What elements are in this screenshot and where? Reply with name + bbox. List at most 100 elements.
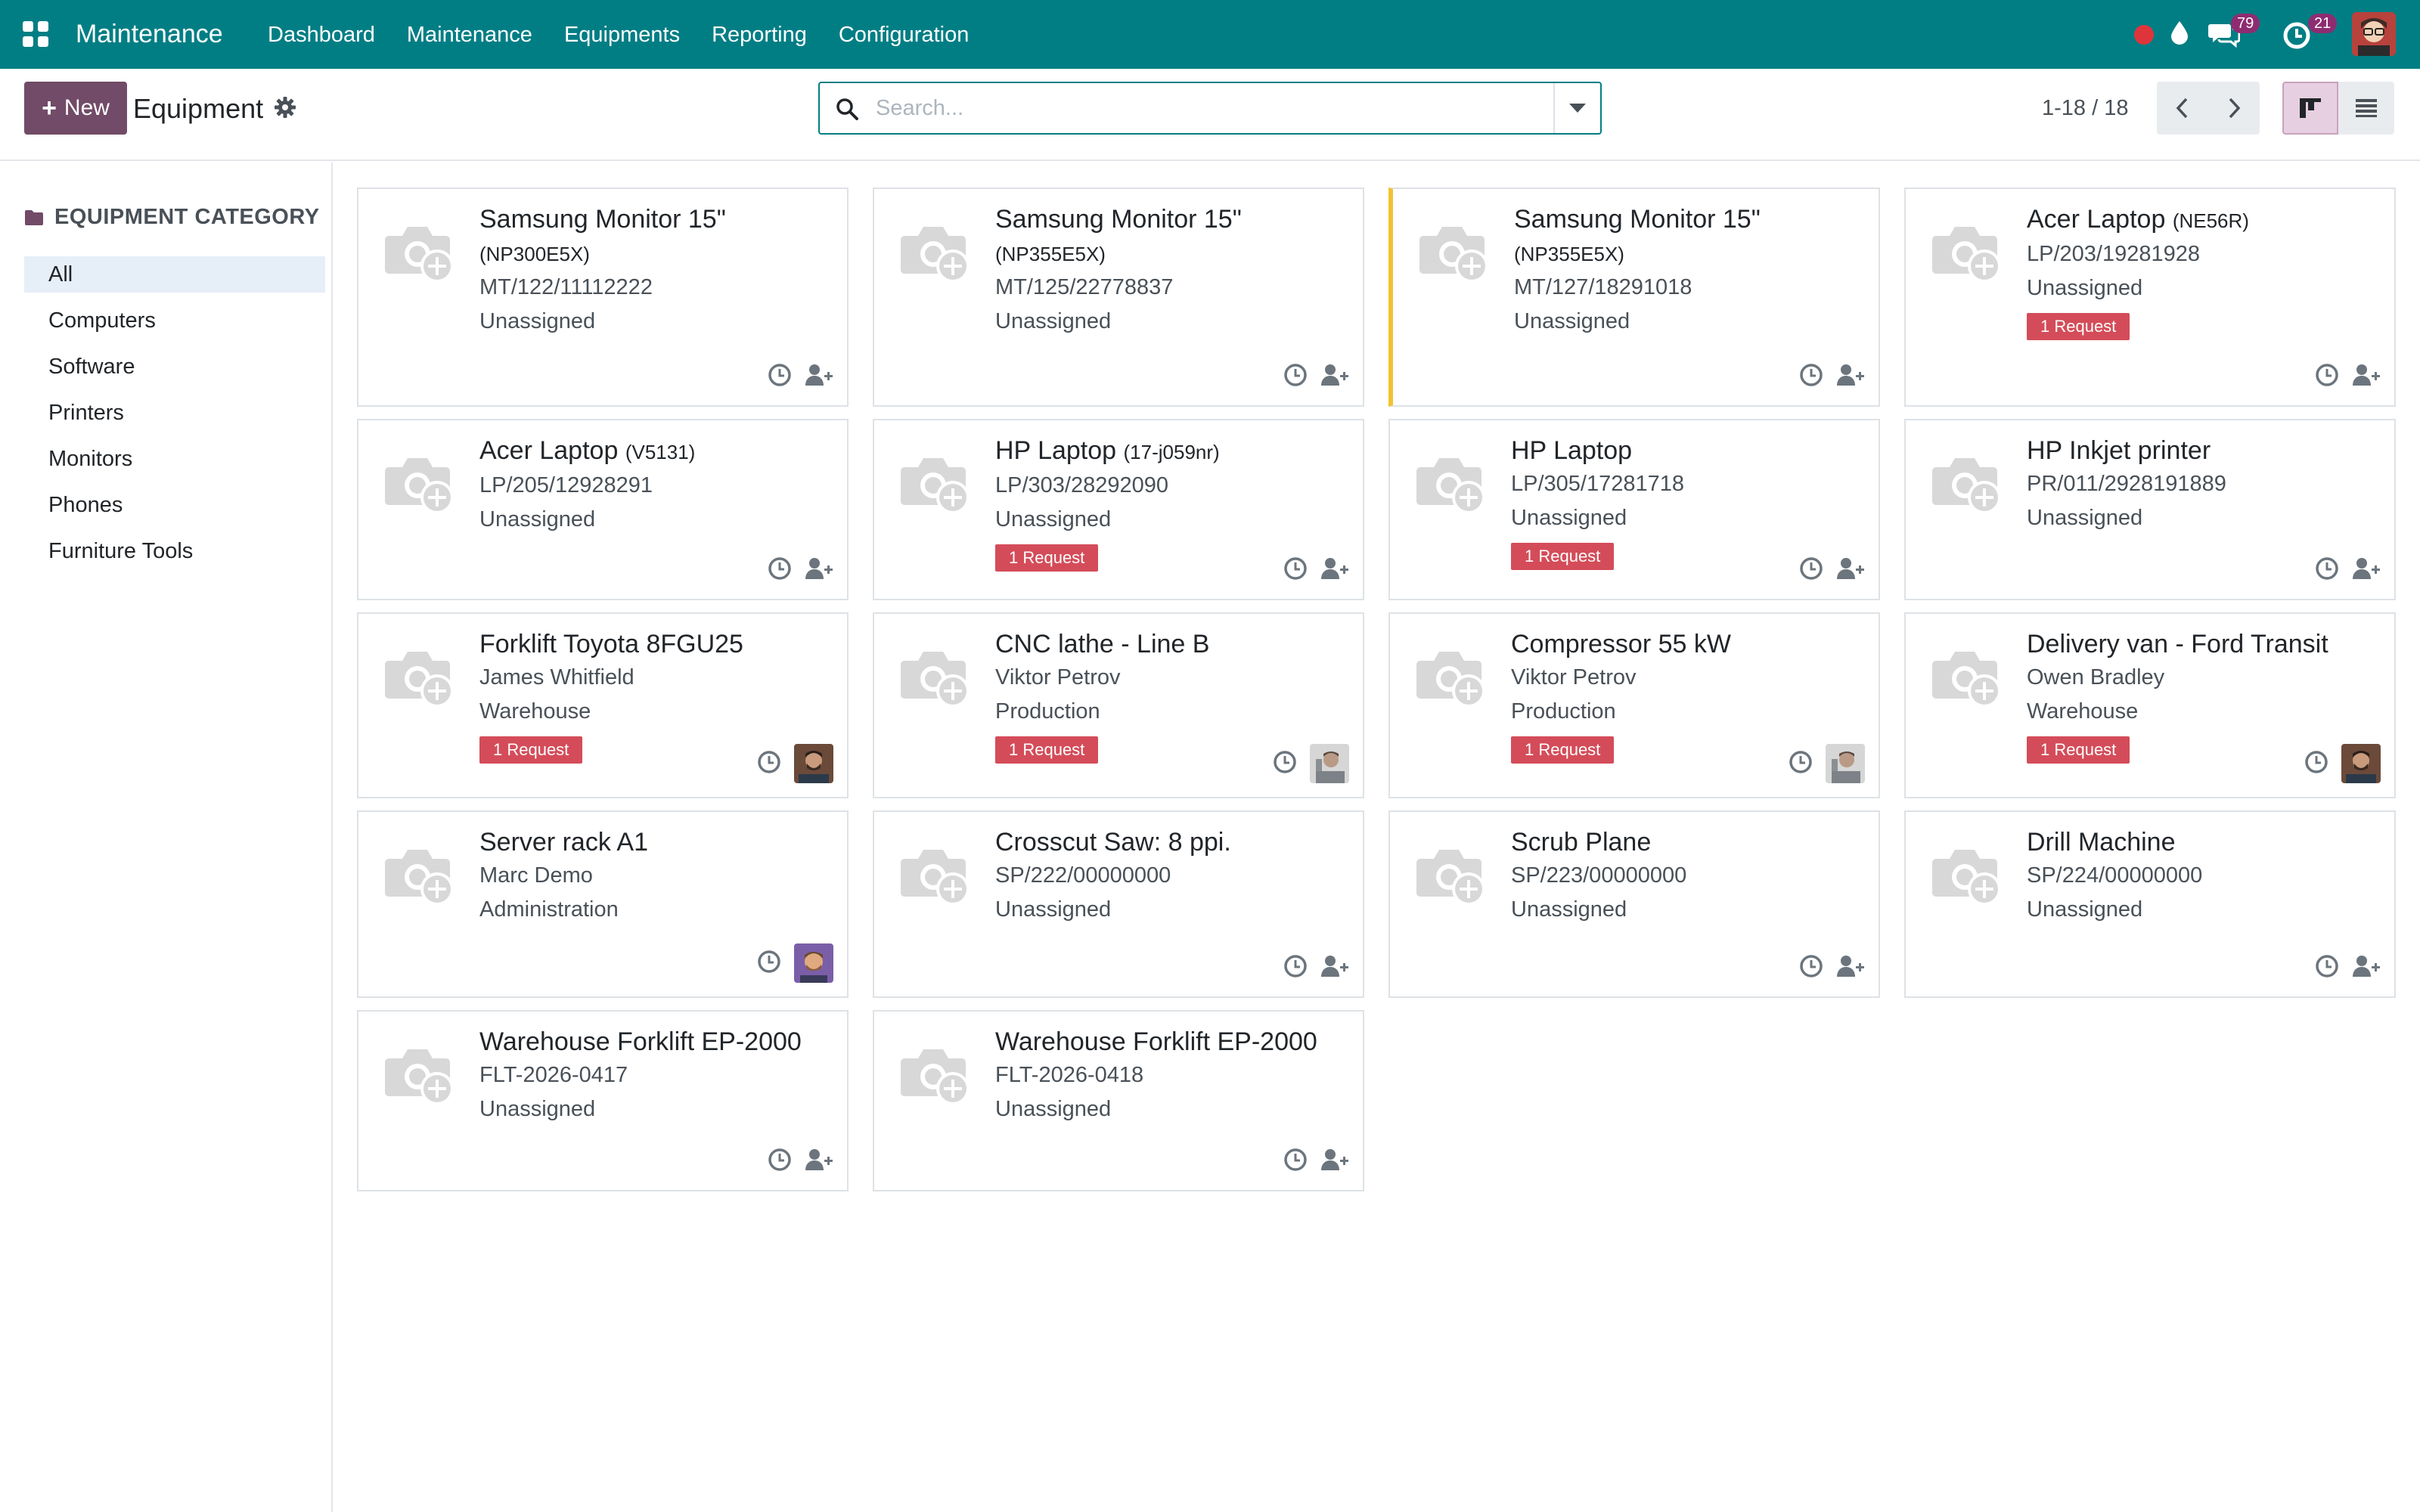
assign-user-icon[interactable] xyxy=(1320,556,1349,584)
assign-user-icon[interactable] xyxy=(805,556,833,584)
assignee-avatar[interactable] xyxy=(794,943,833,983)
equipment-card[interactable]: Acer Laptop (V5131) LP/205/12928291 Unassi… xyxy=(357,419,849,600)
assignee-avatar[interactable] xyxy=(794,744,833,783)
assign-user-icon[interactable] xyxy=(2352,363,2381,391)
activity-clock-icon[interactable] xyxy=(1798,953,1836,983)
category-item-monitors[interactable]: Monitors xyxy=(24,441,325,477)
equipment-card[interactable]: Samsung Monitor 15" (NP355E5X) MT/127/1829… xyxy=(1388,187,1880,407)
assign-user-icon[interactable] xyxy=(805,363,833,391)
page-title: Equipment xyxy=(133,93,264,124)
activity-clock-icon[interactable] xyxy=(2314,953,2352,983)
request-badge[interactable]: 1 Request xyxy=(995,736,1099,764)
activity-clock-icon[interactable] xyxy=(1798,362,1836,392)
activity-clock-icon[interactable] xyxy=(1788,749,1826,779)
activity-clock-icon[interactable] xyxy=(1798,556,1836,585)
menu-equipments[interactable]: Equipments xyxy=(564,20,680,50)
equipment-line-1: SP/224/00000000 xyxy=(2027,863,2203,888)
equipment-card[interactable]: Crosscut Saw: 8 ppi. SP/222/00000000 Unass… xyxy=(873,810,1364,998)
activity-clock-icon[interactable] xyxy=(2314,362,2352,392)
category-item-software[interactable]: Software xyxy=(24,349,325,385)
activity-clock-icon[interactable] xyxy=(1283,1147,1320,1176)
activity-clock-icon[interactable] xyxy=(1283,362,1320,392)
equipment-card[interactable]: HP Inkjet printer PR/011/2928191889 Unassi… xyxy=(1904,419,2396,600)
equipment-line-2: Unassigned xyxy=(995,897,1112,922)
pager-value[interactable]: 1-18 / 18 xyxy=(2042,91,2128,125)
list-view-button[interactable] xyxy=(2338,82,2394,135)
card-footer-icons xyxy=(2314,953,2381,983)
search-input[interactable] xyxy=(876,91,1526,125)
card-content: HP Inkjet printer PR/011/2928191889 Unassi… xyxy=(2027,434,2379,535)
assign-user-icon[interactable] xyxy=(2352,556,2381,584)
activity-clock-icon[interactable] xyxy=(1283,953,1320,983)
equipment-card[interactable]: Samsung Monitor 15" (NP355E5X) MT/125/2277… xyxy=(873,187,1364,407)
assignee-avatar[interactable] xyxy=(2341,744,2381,783)
equipment-card[interactable]: Scrub Plane SP/223/00000000 Unassigned xyxy=(1388,810,1880,998)
equipment-card[interactable]: Samsung Monitor 15" (NP300E5X) MT/122/1111… xyxy=(357,187,849,407)
menu-dashboard[interactable]: Dashboard xyxy=(268,20,375,50)
equipment-card[interactable]: Forklift Toyota 8FGU25 James Whitfield War… xyxy=(357,612,849,798)
equipment-card[interactable]: Warehouse Forklift EP-2000 FLT-2026-0417 U… xyxy=(357,1010,849,1191)
equipment-card[interactable]: HP Laptop (17-j059nr) LP/303/28292090 Unas… xyxy=(873,419,1364,600)
activity-clock-icon[interactable] xyxy=(756,949,794,978)
equipment-card[interactable]: Delivery van - Ford Transit Owen Bradley W… xyxy=(1904,612,2396,798)
equipment-card[interactable]: Drill Machine SP/224/00000000 Unassigned xyxy=(1904,810,2396,998)
pager-next-button[interactable] xyxy=(2208,82,2260,135)
equipment-card[interactable]: Warehouse Forklift EP-2000 FLT-2026-0418 U… xyxy=(873,1010,1364,1191)
assignee-avatar[interactable] xyxy=(1310,744,1349,783)
request-badge[interactable]: 1 Request xyxy=(1511,736,1615,764)
assign-user-icon[interactable] xyxy=(1836,556,1865,584)
menu-maintenance[interactable]: Maintenance xyxy=(407,20,532,50)
request-badge[interactable]: 1 Request xyxy=(995,544,1099,572)
assign-user-icon[interactable] xyxy=(1320,954,1349,982)
kanban-view-button[interactable] xyxy=(2282,82,2338,135)
equipment-name: Forklift Toyota 8FGU25 xyxy=(479,627,832,661)
activity-clock-icon[interactable] xyxy=(2314,556,2352,585)
equipment-name: Server rack A1 xyxy=(479,826,832,859)
category-item-printers[interactable]: Printers xyxy=(24,395,325,431)
assign-user-icon[interactable] xyxy=(805,1148,833,1176)
activity-clock-icon[interactable] xyxy=(767,556,805,585)
app-brand[interactable]: Maintenance xyxy=(76,17,223,51)
water-drop-icon[interactable] xyxy=(2168,20,2191,45)
activity-clock-icon[interactable] xyxy=(1272,749,1310,779)
equipment-card[interactable]: Acer Laptop (NE56R) LP/203/19281928 Unassi… xyxy=(1904,187,2396,407)
menu-reporting[interactable]: Reporting xyxy=(712,20,807,50)
equipment-line-2: Production xyxy=(995,699,1100,723)
request-badge[interactable]: 1 Request xyxy=(479,736,583,764)
menu-configuration[interactable]: Configuration xyxy=(839,20,970,50)
category-item-all[interactable]: All xyxy=(24,256,325,293)
equipment-name: Acer Laptop (NE56R) xyxy=(2027,203,2379,237)
assign-user-icon[interactable] xyxy=(1836,954,1865,982)
pager-previous-button[interactable] xyxy=(2157,82,2208,135)
assign-user-icon[interactable] xyxy=(1320,1148,1349,1176)
card-footer-icons xyxy=(1283,953,1349,983)
recording-dot-icon[interactable] xyxy=(2134,25,2154,45)
user-avatar[interactable] xyxy=(2352,12,2396,56)
activity-clock-icon[interactable] xyxy=(767,1147,805,1176)
new-button[interactable]: + New xyxy=(24,82,127,135)
request-badge[interactable]: 1 Request xyxy=(1511,543,1615,570)
equipment-card[interactable]: Server rack A1 Marc Demo Administration xyxy=(357,810,849,998)
assign-user-icon[interactable] xyxy=(1836,363,1865,391)
category-item-computers[interactable]: Computers xyxy=(24,302,325,339)
equipment-name-text: Delivery van - Ford Transit xyxy=(2027,630,2328,658)
equipment-card[interactable]: Compressor 55 kW Viktor Petrov Production 1… xyxy=(1388,612,1880,798)
activity-clock-icon[interactable] xyxy=(756,749,794,779)
category-item-furniture-tools[interactable]: Furniture Tools xyxy=(24,533,325,569)
activity-clock-icon[interactable] xyxy=(2304,749,2341,779)
main-menu: Dashboard Maintenance Equipments Reporti… xyxy=(268,20,1001,50)
category-item-phones[interactable]: Phones xyxy=(24,487,325,523)
activity-clock-icon[interactable] xyxy=(1283,556,1320,585)
equipment-card[interactable]: HP Laptop LP/305/17281718 Unassigned 1 Requ… xyxy=(1388,419,1880,600)
request-badge[interactable]: 1 Request xyxy=(2027,736,2130,764)
activity-clock-icon[interactable] xyxy=(767,362,805,392)
request-badge[interactable]: 1 Request xyxy=(2027,313,2130,340)
gear-icon[interactable] xyxy=(274,96,296,119)
assignee-avatar[interactable] xyxy=(1826,744,1865,783)
assign-user-icon[interactable] xyxy=(2352,954,2381,982)
equipment-card[interactable]: CNC lathe - Line B Viktor Petrov Productio… xyxy=(873,612,1364,798)
apps-grid-icon[interactable] xyxy=(23,21,48,47)
search-options-toggle[interactable] xyxy=(1553,83,1600,133)
assign-user-icon[interactable] xyxy=(1320,363,1349,391)
equipment-model: (NE56R) xyxy=(2172,209,2249,232)
